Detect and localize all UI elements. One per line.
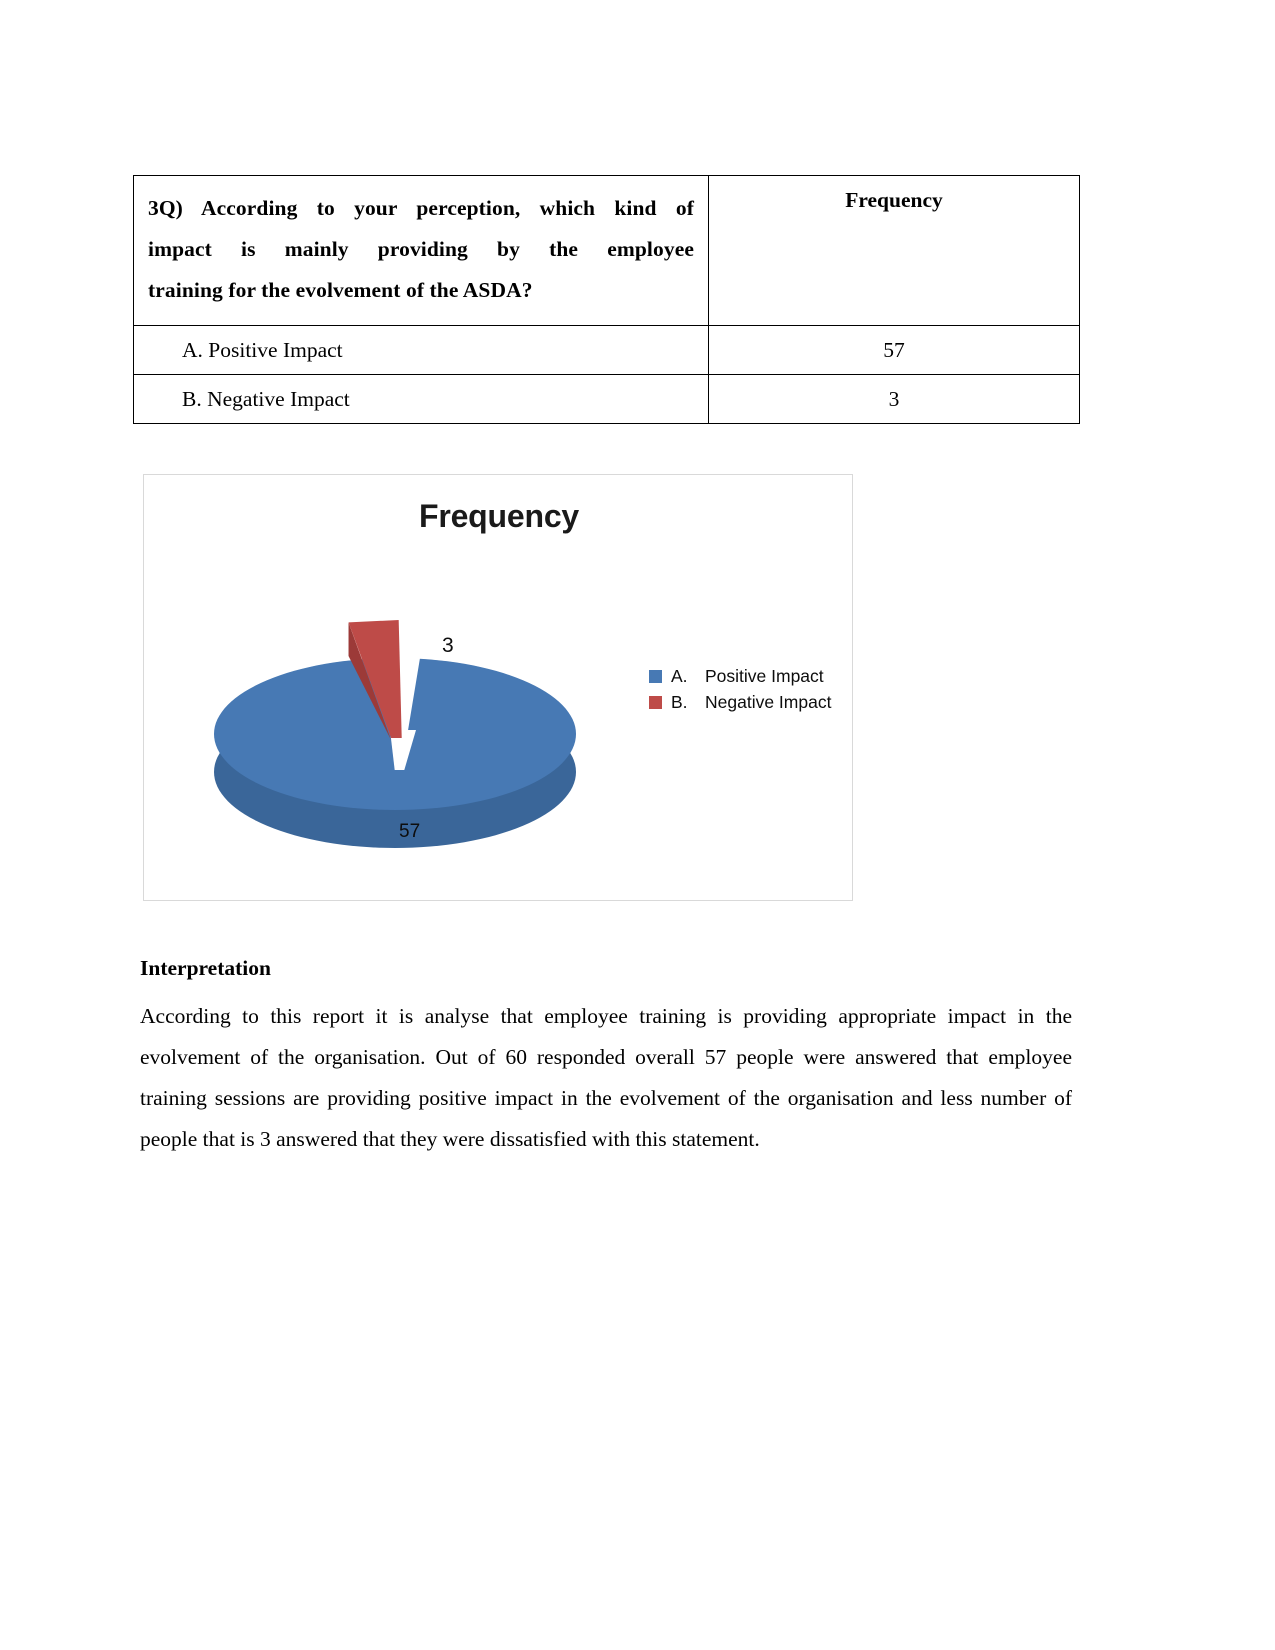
pie-graphic: 3 57 — [214, 620, 579, 855]
pie-chart-container: Frequency 3 57 A. Positive Impact B. Neg… — [143, 474, 853, 901]
question-cell: 3Q) According to your perception, which … — [133, 175, 709, 326]
table-row: B. Negative Impact 3 — [133, 374, 1080, 424]
chart-plot-area: 3 57 — [204, 575, 634, 875]
legend-key-a: A. — [671, 665, 688, 686]
legend-item-positive: A. Positive Impact — [649, 663, 849, 689]
legend-swatch-red-icon — [649, 695, 662, 709]
table-row: A. Positive Impact 57 — [133, 325, 1080, 375]
interpretation-heading: Interpretation — [140, 956, 271, 980]
question-line-1: 3Q) According to your perception, which … — [148, 196, 694, 220]
legend-key-b: B. — [671, 691, 688, 712]
question-frequency-table: 3Q) According to your perception, which … — [133, 175, 1080, 424]
pie-red-top-face — [348, 620, 402, 738]
option-value-positive: 57 — [708, 325, 1080, 375]
data-label-negative: 3 — [442, 634, 454, 657]
legend-label-positive: Positive Impact — [705, 665, 824, 686]
option-value-negative: 3 — [708, 374, 1080, 424]
document-page: 3Q) According to your perception, which … — [0, 0, 1275, 1650]
option-label-positive: A. Positive Impact — [133, 325, 709, 375]
data-label-positive: 57 — [399, 821, 421, 842]
legend-item-negative: B. Negative Impact — [649, 689, 849, 715]
table-row-header: 3Q) According to your perception, which … — [133, 175, 1080, 326]
chart-title: Frequency — [418, 498, 580, 534]
legend-swatch-blue-icon — [649, 669, 662, 683]
interpretation-paragraph: According to this report it is analyse t… — [140, 1004, 1072, 1151]
question-line-3: training for the evolvement of the ASDA? — [148, 278, 533, 302]
option-label-negative: B. Negative Impact — [133, 374, 709, 424]
legend-label-negative: Negative Impact — [705, 691, 832, 712]
pie-slice-negative — [347, 620, 423, 740]
chart-legend: A. Positive Impact B. Negative Impact — [649, 663, 849, 715]
question-line-2: impact is mainly providing by the employ… — [148, 237, 694, 261]
frequency-header-cell: Frequency — [708, 175, 1080, 326]
